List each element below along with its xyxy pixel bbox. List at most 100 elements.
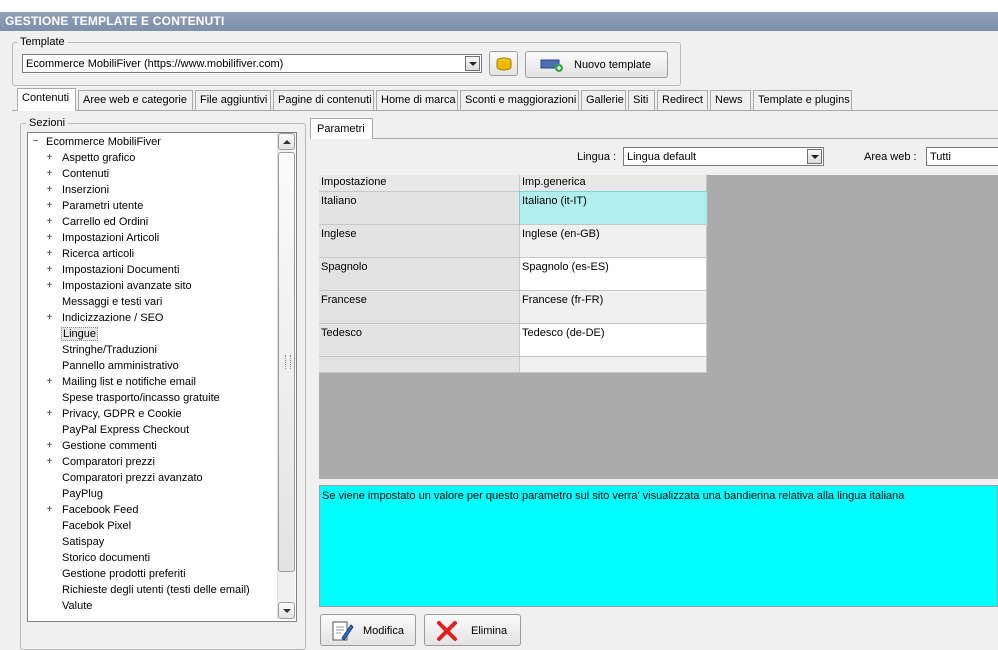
tree-item[interactable]: Storico documenti (46, 550, 151, 566)
expand-icon[interactable]: + (46, 153, 53, 163)
sections-group-label: Sezioni (26, 117, 69, 129)
chevron-down-icon[interactable] (465, 56, 480, 71)
modifica-button[interactable]: Modifica (320, 614, 416, 646)
column-header[interactable]: Imp.generica (520, 175, 707, 192)
tree-item[interactable]: + Mailing list e notifiche email (46, 374, 197, 390)
settings-grid[interactable]: Impostazione Imp.generica Italiano Italiano… (319, 175, 998, 479)
expand-icon[interactable]: + (46, 505, 53, 515)
tree-item[interactable]: + Impostazioni Articoli (46, 230, 160, 246)
tab-gallerie[interactable]: Gallerie (581, 90, 626, 110)
tab-parametri[interactable]: Parametri (310, 118, 373, 139)
sections-tree[interactable]: − Ecommerce MobiliFiver + Aspetto grafico + C… (27, 132, 297, 622)
tab-pagine-di-contenuti[interactable]: Pagine di contenuti (273, 90, 374, 110)
new-template-button[interactable]: Nuovo template (525, 51, 668, 78)
collapse-icon[interactable]: − (32, 137, 39, 147)
tree-item-label: Parametri utente (62, 200, 144, 212)
table-row-setting[interactable]: Italiano (319, 192, 520, 225)
elimina-button[interactable]: Elimina (424, 614, 521, 646)
expand-icon[interactable]: + (46, 457, 53, 467)
tree-item[interactable]: + Gestione commenti (46, 438, 158, 454)
expand-icon[interactable]: + (46, 169, 53, 179)
scroll-up-button[interactable] (278, 133, 295, 150)
table-row-setting[interactable]: Tedesco (319, 324, 520, 357)
tree-item[interactable]: Lingue (46, 326, 99, 342)
tree-item[interactable]: + Impostazioni avanzate sito (46, 278, 193, 294)
tree-item[interactable]: + Indicizzazione / SEO (46, 310, 165, 326)
scroll-down-button[interactable] (278, 602, 295, 619)
tab-redirect[interactable]: Redirect (657, 90, 708, 110)
scroll-thumb[interactable] (278, 152, 295, 572)
tree-item[interactable]: Gestione prodotti preferiti (46, 566, 187, 582)
table-row-value[interactable]: Inglese (en-GB) (520, 225, 707, 258)
tree-item[interactable]: PayPal Express Checkout (46, 422, 190, 438)
tree-item[interactable]: Richieste degli utenti (testi delle emai… (46, 582, 251, 598)
tab-label: Aree web e categorie (83, 94, 187, 106)
tree-item-label: Inserzioni (62, 184, 110, 196)
tree-item[interactable]: Pannello amministrativo (46, 358, 180, 374)
column-header[interactable]: Impostazione (319, 175, 520, 192)
expand-icon[interactable]: + (46, 265, 53, 275)
tree-item[interactable]: + Facebook Feed (46, 502, 139, 518)
expand-icon[interactable]: + (46, 409, 53, 419)
table-row-value[interactable]: Tedesco (de-DE) (520, 324, 707, 357)
tree-item[interactable]: + Contenuti (46, 166, 110, 182)
tree-item[interactable]: Messaggi e testi vari (46, 294, 163, 310)
tab-file-aggiuntivi[interactable]: File aggiuntivi (195, 90, 271, 110)
expand-icon[interactable]: + (46, 233, 53, 243)
template-select[interactable]: Ecommerce MobiliFiver (https://www.mobil… (22, 54, 482, 73)
tree-root[interactable]: − Ecommerce MobiliFiver (32, 134, 161, 150)
expand-icon[interactable]: + (46, 281, 53, 291)
table-row-setting[interactable]: Spagnolo (319, 258, 520, 291)
chevron-down-icon[interactable] (807, 149, 822, 164)
tree-item[interactable]: Facebok Pixel (46, 518, 132, 534)
modifica-label: Modifica (363, 625, 404, 637)
tab-template-e-plugins[interactable]: Template e plugins (753, 90, 852, 110)
tree-item[interactable]: + Carrello ed Ordini (46, 214, 149, 230)
tree-item[interactable]: + Privacy, GDPR e Cookie (46, 406, 183, 422)
table-row-value[interactable]: Italiano (it-IT) (519, 191, 708, 226)
table-row-value[interactable]: Spagnolo (es-ES) (520, 258, 707, 291)
tree-item[interactable]: + Parametri utente (46, 198, 144, 214)
expand-icon[interactable]: + (46, 185, 53, 195)
tree-scrollbar[interactable] (277, 133, 295, 619)
tree-item[interactable]: + Inserzioni (46, 182, 110, 198)
tree-item[interactable]: PayPlug (46, 486, 104, 502)
tree-item-label: Comparatori prezzi avanzato (62, 472, 203, 484)
tree-item[interactable]: + Aspetto grafico (46, 150, 136, 166)
tree-item-label: Comparatori prezzi (62, 456, 155, 468)
expand-icon[interactable]: + (46, 217, 53, 227)
tree-item-label: Storico documenti (62, 552, 151, 564)
database-icon (496, 57, 512, 71)
tab-siti[interactable]: Siti (628, 90, 655, 110)
lingua-select[interactable]: Lingua default (623, 147, 824, 166)
table-row-value[interactable]: Francese (fr-FR) (520, 291, 707, 324)
tab-home-di-marca[interactable]: Home di marca (376, 90, 458, 110)
expand-icon[interactable]: + (46, 441, 53, 451)
tree-item[interactable]: Comparatori prezzi avanzato (46, 470, 204, 486)
tree-item[interactable]: Stringhe/Traduzioni (46, 342, 158, 358)
description-panel: Se viene impostato un valore per questo … (319, 485, 998, 607)
tab-news[interactable]: News (710, 90, 751, 110)
tree-item-label: Valute (62, 600, 93, 612)
tree-item[interactable]: + Comparatori prezzi (46, 454, 156, 470)
tree-item[interactable]: + Ricerca articoli (46, 246, 135, 262)
open-template-button[interactable] (489, 51, 518, 76)
expand-icon[interactable]: + (46, 313, 53, 323)
tree-item[interactable]: + Impostazioni Documenti (46, 262, 180, 278)
area-web-select[interactable]: Tutti (926, 147, 998, 166)
tab-label: Template e plugins (758, 94, 850, 106)
expand-icon[interactable]: + (46, 201, 53, 211)
table-row-setting[interactable]: Inglese (319, 225, 520, 258)
tab-sconti-e-maggiorazioni[interactable]: Sconti e maggiorazioni (460, 90, 579, 110)
tree-item[interactable]: Satispay (46, 534, 105, 550)
table-row-empty[interactable] (319, 357, 520, 373)
tree-item[interactable]: Spese trasporto/incasso gratuite (46, 390, 221, 406)
tab-contenuti[interactable]: Contenuti (17, 88, 76, 111)
expand-icon[interactable]: + (46, 377, 53, 387)
table-row-empty[interactable] (520, 357, 707, 373)
expand-icon[interactable]: + (46, 249, 53, 259)
tree-item-label: Indicizzazione / SEO (62, 312, 164, 324)
tab-aree-web-e-categorie[interactable]: Aree web e categorie (78, 90, 193, 110)
tree-item[interactable]: Valute (46, 598, 93, 614)
table-row-setting[interactable]: Francese (319, 291, 520, 324)
